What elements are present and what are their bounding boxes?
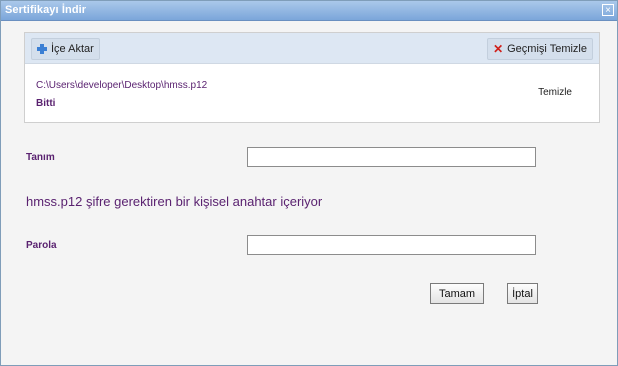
history-status: Bitti <box>36 98 56 109</box>
plus-icon <box>37 44 47 54</box>
password-required-message: hmss.p12 şifre gerektiren bir kişisel an… <box>26 194 323 209</box>
title-bar[interactable]: Sertifikayı İndir × <box>1 1 617 21</box>
description-label: Tanım <box>26 152 55 163</box>
clear-history-button-label: Geçmişi Temizle <box>507 43 587 55</box>
ok-button[interactable]: Tamam <box>430 283 484 304</box>
import-history-panel: İçe Aktar ✕ Geçmişi Temizle C:\Users\dev… <box>24 32 600 123</box>
cancel-button[interactable]: İptal <box>507 283 538 304</box>
close-icon: ✕ <box>493 42 504 56</box>
import-button[interactable]: İçe Aktar <box>31 38 100 60</box>
panel-toolbar: İçe Aktar ✕ Geçmişi Temizle <box>25 33 599 64</box>
history-file-path: C:\Users\developer\Desktop\hmss.p12 <box>36 80 208 91</box>
clear-history-button[interactable]: ✕ Geçmişi Temizle <box>487 38 593 60</box>
password-label: Parola <box>26 240 57 251</box>
dialog-title: Sertifikayı İndir <box>5 4 87 16</box>
import-button-label: İçe Aktar <box>51 43 94 55</box>
password-input[interactable] <box>247 235 536 255</box>
description-input[interactable] <box>247 147 536 167</box>
close-icon[interactable]: × <box>602 4 614 16</box>
certificate-download-dialog: Sertifikayı İndir × İçe Aktar ✕ Geçmişi … <box>0 0 618 366</box>
history-clear-link[interactable]: Temizle <box>538 87 572 98</box>
